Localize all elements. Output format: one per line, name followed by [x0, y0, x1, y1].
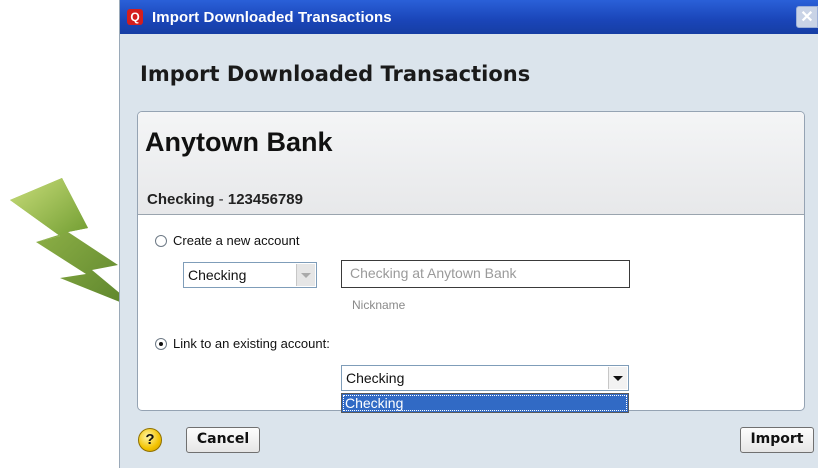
existing-account-value: Checking: [346, 370, 405, 386]
help-icon[interactable]: ?: [138, 428, 162, 452]
chevron-down-icon[interactable]: [296, 264, 315, 286]
link-existing-option[interactable]: Link to an existing account:: [155, 336, 330, 351]
dropdown-option-checking[interactable]: Checking: [341, 393, 629, 413]
account-type: Checking: [147, 191, 215, 208]
import-button[interactable]: Import: [740, 427, 814, 453]
chevron-down-icon[interactable]: [608, 367, 627, 389]
bank-header: Anytown Bank Checking - 123456789: [138, 112, 804, 215]
import-dialog: Q Import Downloaded Transactions ✕ Impor…: [119, 0, 818, 468]
bank-name: Anytown Bank: [145, 127, 333, 157]
create-new-radio[interactable]: [155, 234, 167, 247]
account-info: Checking - 123456789: [147, 191, 303, 208]
close-icon[interactable]: ✕: [796, 6, 818, 28]
window-title: Import Downloaded Transactions: [152, 9, 392, 26]
nickname-label: Nickname: [352, 298, 406, 312]
quicken-q-icon: Q: [127, 9, 143, 25]
account-number: 123456789: [227, 191, 303, 208]
create-new-label: Create a new account: [173, 233, 300, 248]
nickname-input[interactable]: Checking at Anytown Bank: [341, 260, 630, 288]
account-type-select[interactable]: Checking: [183, 262, 317, 288]
cancel-button[interactable]: Cancel: [186, 427, 260, 453]
account-separator: -: [214, 191, 228, 208]
create-new-option[interactable]: Create a new account: [155, 233, 299, 248]
link-existing-radio[interactable]: [155, 337, 167, 350]
existing-account-select[interactable]: Checking: [341, 365, 629, 391]
account-type-value: Checking: [188, 267, 247, 283]
title-bar: Q Import Downloaded Transactions ✕: [120, 0, 818, 34]
link-existing-label: Link to an existing account:: [173, 336, 330, 351]
page-title: Import Downloaded Transactions: [140, 62, 531, 86]
